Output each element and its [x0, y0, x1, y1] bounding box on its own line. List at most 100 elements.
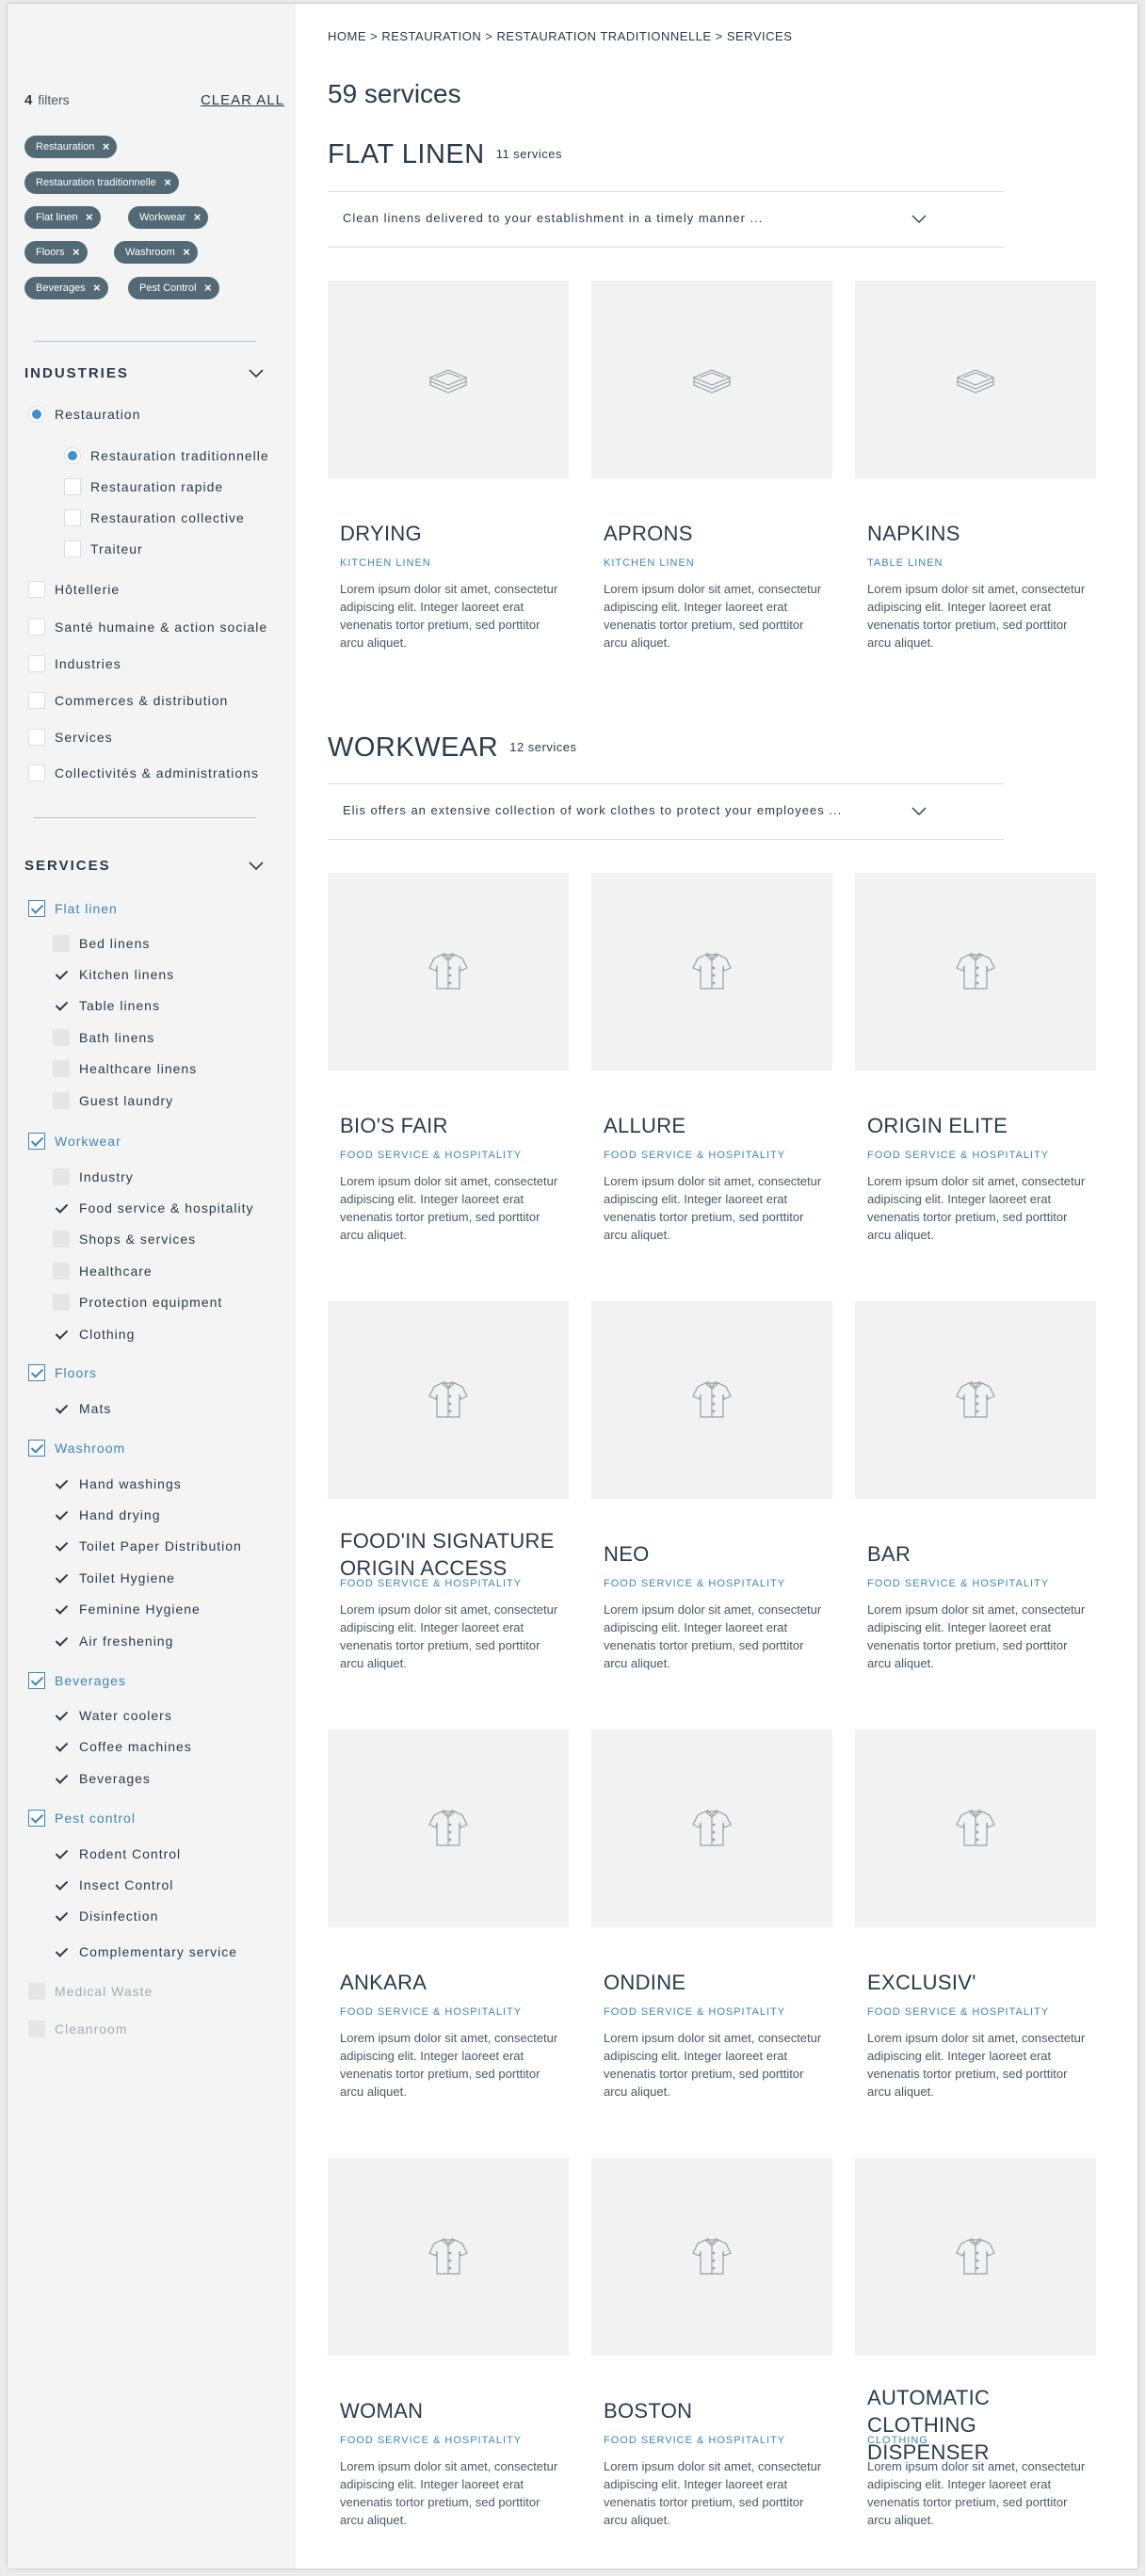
category-intro-accordion[interactable]: Clean linens delivered to your establish…	[328, 191, 1004, 248]
filter-chip-workwear[interactable]: Workwear ×	[128, 206, 209, 229]
checkbox-checked[interactable]	[53, 1633, 70, 1650]
checkbox-checked[interactable]	[53, 1601, 70, 1618]
checkbox[interactable]	[64, 478, 81, 495]
checkbox[interactable]	[53, 1231, 70, 1248]
checkbox-checked[interactable]	[28, 1810, 45, 1827]
filter-chip-flat-linen[interactable]: Flat linen ×	[24, 206, 101, 229]
remove-icon[interactable]: ×	[103, 136, 110, 158]
checkbox-checked[interactable]	[53, 966, 70, 983]
service-thumbnail[interactable]	[855, 281, 1096, 478]
checkbox[interactable]	[53, 1294, 70, 1311]
service-card[interactable]: FOOD'IN SIGNATURE ORIGIN ACCESS FOOD SERV…	[328, 1301, 569, 1697]
service-thumbnail[interactable]	[328, 2158, 569, 2356]
checkbox-checked[interactable]	[53, 1538, 70, 1554]
checkbox[interactable]	[64, 540, 81, 557]
service-name[interactable]: ORIGIN ELITE	[867, 1112, 1093, 1139]
service-name[interactable]: FOOD'IN SIGNATURE ORIGIN ACCESS	[340, 1527, 566, 1582]
checkbox[interactable]	[28, 729, 45, 746]
service-thumbnail[interactable]	[855, 1730, 1096, 1927]
checkbox[interactable]	[28, 765, 45, 781]
service-thumbnail[interactable]	[855, 2158, 1096, 2356]
service-name[interactable]: BOSTON	[604, 2397, 830, 2424]
checkbox-checked[interactable]	[53, 1943, 70, 1960]
checkbox-checked[interactable]	[53, 1707, 70, 1724]
service-thumbnail[interactable]	[328, 1301, 569, 1499]
remove-icon[interactable]: ×	[183, 241, 190, 264]
radio-selected[interactable]	[28, 406, 45, 423]
checkbox[interactable]	[53, 935, 70, 952]
service-card[interactable]: WOMAN FOOD SERVICE & HOSPITALITY Lorem ips…	[328, 2158, 569, 2553]
service-thumbnail[interactable]	[855, 1301, 1096, 1499]
service-name[interactable]: NAPKINS	[867, 520, 1093, 547]
filter-chip-floors[interactable]: Floors ×	[24, 241, 88, 264]
checkbox-checked[interactable]	[53, 1400, 70, 1417]
checkbox-checked[interactable]	[28, 1440, 45, 1457]
checkbox-checked[interactable]	[53, 1845, 70, 1862]
checkbox[interactable]	[28, 619, 45, 636]
checkbox-checked[interactable]	[53, 1570, 70, 1586]
service-card[interactable]: ONDINE FOOD SERVICE & HOSPITALITY Lorem ip…	[591, 1730, 832, 2125]
service-thumbnail[interactable]	[855, 873, 1096, 1071]
service-card[interactable]: DRYING KITCHEN LINEN Lorem ipsum dolor sit…	[328, 281, 569, 676]
filter-chip-pest-control[interactable]: Pest Control ×	[128, 277, 219, 299]
remove-icon[interactable]: ×	[73, 241, 80, 264]
services-section-header[interactable]: SERVICES	[24, 858, 266, 877]
service-thumbnail[interactable]	[591, 281, 832, 478]
service-name[interactable]: BAR	[867, 1540, 1093, 1568]
checkbox-checked[interactable]	[28, 1672, 45, 1689]
checkbox-checked[interactable]	[28, 1133, 45, 1150]
checkbox-checked[interactable]	[53, 1770, 70, 1787]
checkbox[interactable]	[53, 1092, 70, 1109]
filter-chip-washroom[interactable]: Washroom ×	[114, 241, 198, 264]
remove-icon[interactable]: ×	[86, 206, 93, 229]
service-card[interactable]: NEO FOOD SERVICE & HOSPITALITY Lorem ipsum…	[591, 1301, 832, 1697]
service-card[interactable]: ALLURE FOOD SERVICE & HOSPITALITY Lorem ip…	[591, 873, 832, 1268]
service-name[interactable]: BIO'S FAIR	[340, 1112, 566, 1139]
radio-selected[interactable]	[64, 447, 81, 464]
breadcrumb[interactable]: HOME > RESTAURATION > RESTAURATION TRADI…	[328, 29, 792, 43]
checkbox[interactable]	[64, 509, 81, 526]
service-name[interactable]: ANKARA	[340, 1969, 566, 1996]
service-card[interactable]: EXCLUSIV' FOOD SERVICE & HOSPITALITY Lorem…	[855, 1730, 1096, 2125]
checkbox[interactable]	[53, 1060, 70, 1077]
service-name[interactable]: AUTOMATIC CLOTHING DISPENSER	[867, 2384, 1093, 2466]
service-thumbnail[interactable]	[591, 873, 832, 1071]
service-name[interactable]: NEO	[604, 1540, 830, 1568]
checkbox[interactable]	[53, 1029, 70, 1046]
service-name[interactable]: WOMAN	[340, 2397, 566, 2424]
checkbox-checked[interactable]	[53, 1199, 70, 1216]
checkbox-checked[interactable]	[53, 1876, 70, 1893]
service-thumbnail[interactable]	[591, 1730, 832, 1927]
service-card[interactable]: APRONS KITCHEN LINEN Lorem ipsum dolor sit…	[591, 281, 832, 676]
checkbox-checked[interactable]	[53, 997, 70, 1014]
checkbox-checked[interactable]	[53, 1738, 70, 1755]
clear-all-button[interactable]: CLEAR ALL	[201, 92, 284, 108]
service-name[interactable]: APRONS	[604, 520, 830, 547]
service-thumbnail[interactable]	[328, 1730, 569, 1927]
checkbox-checked[interactable]	[28, 1364, 45, 1381]
service-thumbnail[interactable]	[328, 873, 569, 1071]
checkbox-checked[interactable]	[28, 900, 45, 917]
remove-icon[interactable]: ×	[93, 277, 101, 299]
service-name[interactable]: DRYING	[340, 520, 566, 547]
filter-chip-beverages[interactable]: Beverages ×	[24, 277, 108, 299]
filter-chip-restauration[interactable]: Restauration ×	[24, 136, 118, 158]
service-card[interactable]: BOSTON FOOD SERVICE & HOSPITALITY Lorem ip…	[591, 2158, 832, 2553]
service-thumbnail[interactable]	[591, 2158, 832, 2356]
checkbox[interactable]	[28, 692, 45, 709]
service-thumbnail[interactable]	[591, 1301, 832, 1499]
checkbox[interactable]	[53, 1168, 70, 1185]
service-card[interactable]: ORIGIN ELITE FOOD SERVICE & HOSPITALITY Lo…	[855, 873, 1096, 1268]
service-card[interactable]: BAR FOOD SERVICE & HOSPITALITY Lorem ipsum…	[855, 1301, 1096, 1697]
remove-icon[interactable]: ×	[204, 277, 212, 299]
remove-icon[interactable]: ×	[164, 171, 171, 194]
checkbox[interactable]	[53, 1263, 70, 1280]
service-card[interactable]: AUTOMATIC CLOTHING DISPENSER CLOTHING Lore…	[855, 2158, 1096, 2553]
checkbox[interactable]	[28, 581, 45, 598]
service-card[interactable]: BIO'S FAIR FOOD SERVICE & HOSPITALITY Lore…	[328, 873, 569, 1268]
service-card[interactable]: ANKARA FOOD SERVICE & HOSPITALITY Lorem ip…	[328, 1730, 569, 2125]
checkbox-checked[interactable]	[53, 1326, 70, 1343]
service-thumbnail[interactable]	[328, 281, 569, 478]
service-name[interactable]: EXCLUSIV'	[867, 1969, 1093, 1996]
checkbox-checked[interactable]	[53, 1506, 70, 1523]
